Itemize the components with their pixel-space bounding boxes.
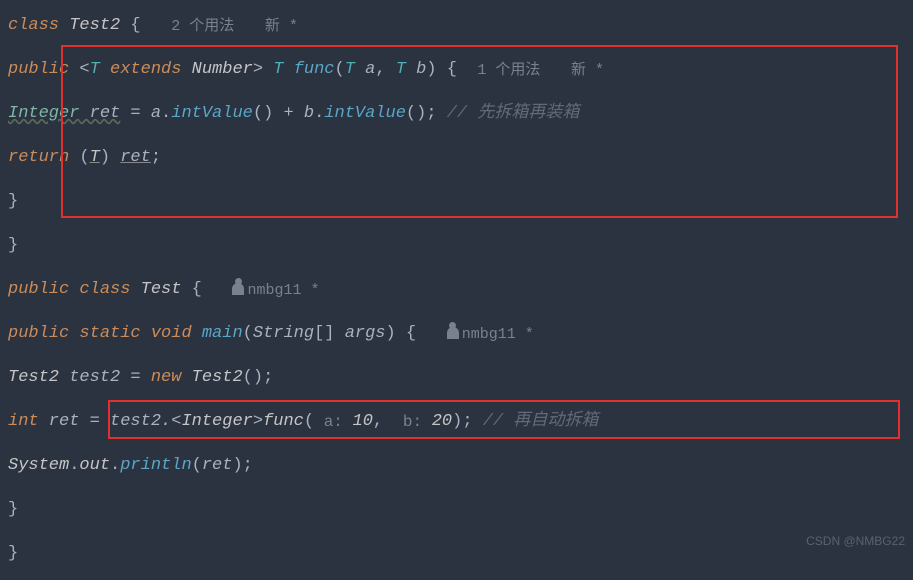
type-test2: Test2	[8, 366, 69, 390]
param-hint: b:	[393, 411, 431, 433]
method-intvalue: intValue	[171, 102, 253, 126]
ctor-test2: Test2	[181, 366, 242, 390]
author-hint[interactable]: 新 *	[265, 16, 298, 37]
code-line[interactable]: public class Test { nmbg11 *	[0, 268, 913, 312]
close-brace: }	[8, 498, 18, 522]
class-system: System	[8, 454, 69, 478]
var-test2: test2	[110, 410, 161, 434]
method-name: func	[294, 58, 335, 82]
person-icon	[447, 327, 459, 339]
code-line[interactable]: int ret = test2.<Integer>func( a: 10, b:…	[0, 400, 913, 444]
code-line[interactable]: public static void main(String[] args) {…	[0, 312, 913, 356]
code-line[interactable]: class Test2 { 2 个用法 新 *	[0, 4, 913, 48]
type-cast: T	[90, 146, 100, 170]
type-integer: Integer	[8, 102, 79, 126]
comment: // 先拆箱再装箱	[437, 102, 580, 126]
keyword-class: class	[69, 278, 140, 302]
keyword-int: int	[8, 410, 39, 434]
method-func: func	[263, 410, 304, 434]
code-line[interactable]: }	[0, 488, 913, 532]
usage-hint[interactable]: 1 个用法	[477, 60, 540, 81]
close-brace: }	[8, 190, 18, 214]
keyword-public: public	[8, 278, 69, 302]
keyword-return: return	[8, 146, 69, 170]
param-hint: a:	[314, 411, 352, 433]
keyword-void: void	[141, 322, 192, 346]
keyword-new: new	[151, 366, 182, 390]
code-line[interactable]: return (T) ret;	[0, 136, 913, 180]
code-line[interactable]: }	[0, 532, 913, 576]
number-literal: 20	[432, 410, 452, 434]
author-hint[interactable]: nmbg11 *	[232, 280, 319, 301]
var-ret: ret	[79, 102, 120, 126]
code-line[interactable]: }	[0, 224, 913, 268]
method-main: main	[192, 322, 243, 346]
var-ret: ret	[39, 410, 80, 434]
watermark: CSDN @NMBG22	[806, 533, 905, 550]
var-ret: ret	[120, 146, 151, 170]
keyword-static: static	[69, 322, 140, 346]
number-literal: 10	[353, 410, 373, 434]
author-hint[interactable]: nmbg11 *	[447, 324, 534, 345]
var-test2: test2	[69, 366, 120, 390]
type-number: Number	[192, 58, 253, 82]
usage-hint[interactable]: 2 个用法	[171, 16, 234, 37]
code-line[interactable]: System.out.println(ret);	[0, 444, 913, 488]
keyword-public: public	[8, 58, 69, 82]
class-name: Test	[141, 278, 182, 302]
type-string: String	[253, 322, 314, 346]
method-println: println	[120, 454, 191, 478]
type-param: T	[90, 58, 100, 82]
author-hint[interactable]: 新 *	[571, 60, 604, 81]
class-name: Test2	[69, 14, 120, 38]
code-line[interactable]: public <T extends Number> T func(T a, T …	[0, 48, 913, 92]
keyword-extends: extends	[100, 58, 192, 82]
keyword-public: public	[8, 322, 69, 346]
method-intvalue: intValue	[324, 102, 406, 126]
code-editor[interactable]: class Test2 { 2 个用法 新 * public <T extend…	[0, 0, 913, 580]
code-line[interactable]: Test2 test2 = new Test2();	[0, 356, 913, 400]
field-out: out	[79, 454, 110, 478]
code-line[interactable]: Integer ret = a.intValue() + b.intValue(…	[0, 92, 913, 136]
person-icon	[232, 283, 244, 295]
keyword-class: class	[8, 14, 59, 38]
close-brace: }	[8, 234, 18, 258]
code-line[interactable]: }	[0, 180, 913, 224]
arg-ret: ret	[202, 454, 233, 478]
type-integer: Integer	[181, 410, 252, 434]
comment: // 再自动拆箱	[473, 410, 599, 434]
